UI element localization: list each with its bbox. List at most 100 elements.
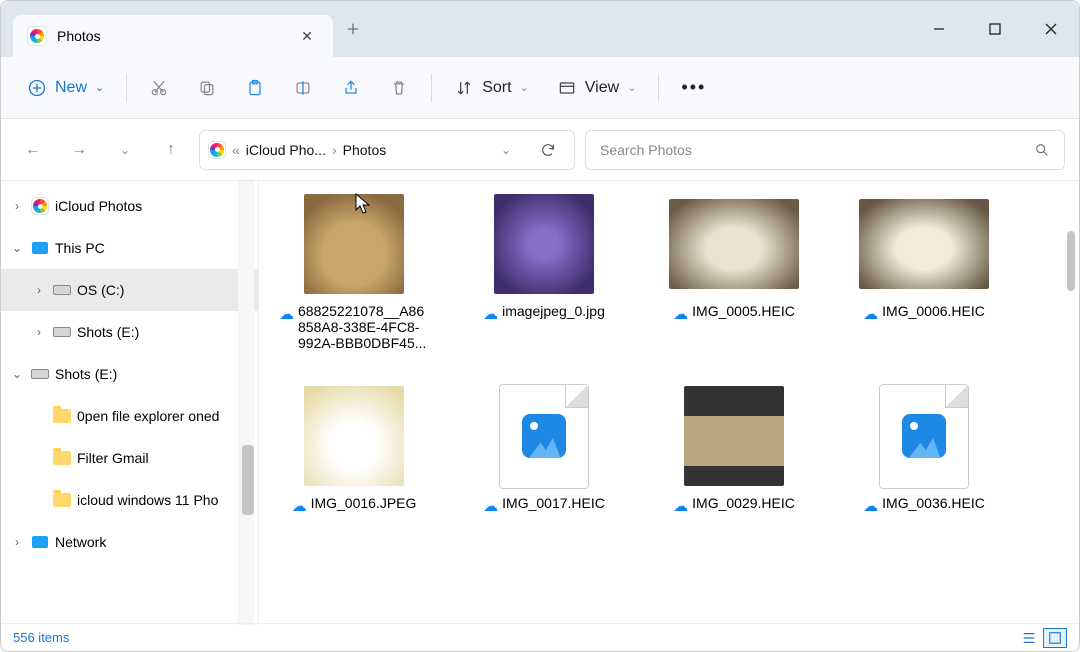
twisty-icon[interactable]: ⌄ bbox=[9, 367, 25, 381]
twisty-icon[interactable]: › bbox=[31, 325, 47, 339]
sidebar-item[interactable]: ⌄ Shots (E:) bbox=[1, 353, 258, 395]
file-name: IMG_0005.HEIC bbox=[692, 303, 795, 319]
new-button[interactable]: New ⌄ bbox=[15, 68, 116, 108]
file-item[interactable]: ☁IMG_0016.JPEG bbox=[279, 381, 429, 515]
twisty-icon[interactable]: › bbox=[9, 199, 25, 213]
divider bbox=[126, 74, 127, 102]
sidebar-item[interactable]: Filter Gmail bbox=[1, 437, 258, 479]
view-button[interactable]: View ⌄ bbox=[545, 68, 649, 108]
twisty-icon[interactable]: › bbox=[31, 283, 47, 297]
sidebar-item[interactable]: › Network bbox=[1, 521, 258, 563]
sidebar-item[interactable]: › Shots (E:) bbox=[1, 311, 258, 353]
sidebar-item[interactable]: ⌄ This PC bbox=[1, 227, 258, 269]
sidebar-item-label: icloud windows 11 Pho bbox=[77, 492, 218, 508]
view-icons-button[interactable] bbox=[1043, 628, 1067, 648]
generic-file-icon bbox=[879, 384, 969, 489]
chevron-right-icon: › bbox=[332, 142, 337, 158]
forward-button[interactable]: → bbox=[61, 132, 97, 168]
file-item[interactable]: ☁imagejpeg_0.jpg bbox=[469, 189, 619, 351]
sidebar-item-label: Shots (E:) bbox=[77, 324, 139, 340]
search-placeholder: Search Photos bbox=[600, 142, 1034, 158]
refresh-button[interactable] bbox=[530, 132, 566, 168]
close-icon[interactable]: ✕ bbox=[295, 24, 319, 48]
more-button[interactable]: ••• bbox=[669, 68, 718, 108]
sidebar-scrollbar-track[interactable] bbox=[238, 181, 254, 625]
content-area: ☁ 68825221078__A86858A8-338E-4FC8-992A-BB… bbox=[259, 181, 1079, 625]
sidebar-item[interactable]: 0pen file explorer oned bbox=[1, 395, 258, 437]
toolbar: New ⌄ Sort ⌄ View ⌄ ••• bbox=[1, 57, 1079, 119]
file-item[interactable]: ☁IMG_0029.HEIC bbox=[659, 381, 809, 515]
close-window-button[interactable] bbox=[1023, 9, 1079, 49]
delete-button[interactable] bbox=[377, 68, 421, 108]
tab-title: Photos bbox=[57, 28, 285, 44]
sidebar-item-label: Filter Gmail bbox=[77, 450, 149, 466]
back-button[interactable]: ← bbox=[15, 132, 51, 168]
share-button[interactable] bbox=[329, 68, 373, 108]
sidebar-item-label: OS (C:) bbox=[77, 282, 124, 298]
file-item[interactable]: ☁IMG_0006.HEIC bbox=[849, 189, 999, 351]
window-controls bbox=[911, 9, 1079, 49]
thumbnail bbox=[684, 386, 784, 486]
twisty-icon[interactable]: › bbox=[9, 535, 25, 549]
file-item[interactable]: ☁IMG_0005.HEIC bbox=[659, 189, 809, 351]
thumbnail bbox=[304, 386, 404, 486]
sidebar: › iCloud Photos ⌄ This PC › OS (C:) › Shots (E:… bbox=[1, 181, 259, 625]
thumbnail bbox=[304, 194, 404, 294]
navigation-row: ← → ⌄ ↑ « iCloud Pho... › Photos ⌄ Searc… bbox=[1, 119, 1079, 181]
chevron-down-icon: ⌄ bbox=[627, 81, 636, 94]
view-label: View bbox=[585, 79, 619, 97]
folder-icon bbox=[53, 491, 71, 509]
sidebar-item-label: 0pen file explorer oned bbox=[77, 408, 219, 424]
breadcrumb-seg[interactable]: Photos bbox=[343, 142, 387, 158]
tab-photos[interactable]: Photos ✕ bbox=[13, 15, 333, 57]
sidebar-item-label: Shots (E:) bbox=[55, 366, 117, 382]
search-input[interactable]: Search Photos bbox=[585, 130, 1065, 170]
address-bar[interactable]: « iCloud Pho... › Photos ⌄ bbox=[199, 130, 575, 170]
recent-button[interactable]: ⌄ bbox=[107, 132, 143, 168]
thumbnail bbox=[669, 199, 799, 289]
file-item[interactable]: ☁68825221078__A86858A8-338E-4FC8-992A-BB… bbox=[279, 189, 429, 351]
file-item[interactable]: ☁IMG_0036.HEIC bbox=[849, 381, 999, 515]
chevron-down-icon: ⌄ bbox=[520, 81, 529, 94]
maximize-button[interactable] bbox=[967, 9, 1023, 49]
cloud-icon: ☁ bbox=[863, 497, 878, 515]
sidebar-scrollbar-thumb[interactable] bbox=[242, 445, 254, 515]
search-icon bbox=[1034, 142, 1050, 158]
thumbnail bbox=[859, 199, 989, 289]
up-button[interactable]: ↑ bbox=[153, 132, 189, 168]
sidebar-item[interactable]: › iCloud Photos bbox=[1, 185, 258, 227]
sort-label: Sort bbox=[482, 79, 511, 97]
copy-button[interactable] bbox=[185, 68, 229, 108]
status-text: 556 items bbox=[13, 630, 69, 645]
sidebar-item-label: iCloud Photos bbox=[55, 198, 142, 214]
file-name: IMG_0017.HEIC bbox=[502, 495, 605, 511]
divider bbox=[658, 74, 659, 102]
file-name: IMG_0029.HEIC bbox=[692, 495, 795, 511]
drive-icon bbox=[53, 281, 71, 299]
sidebar-item-label: Network bbox=[55, 534, 106, 550]
content-scrollbar-thumb[interactable] bbox=[1067, 231, 1075, 291]
new-tab-button[interactable] bbox=[333, 9, 373, 49]
sidebar-item-label: This PC bbox=[55, 240, 105, 256]
paste-button[interactable] bbox=[233, 68, 277, 108]
cloud-icon: ☁ bbox=[483, 305, 498, 323]
photos-icon bbox=[27, 26, 47, 46]
sort-button[interactable]: Sort ⌄ bbox=[442, 68, 541, 108]
thumbnail bbox=[494, 194, 594, 294]
sidebar-item[interactable]: icloud windows 11 Pho bbox=[1, 479, 258, 521]
chevron-down-icon[interactable]: ⌄ bbox=[488, 132, 524, 168]
cut-button[interactable] bbox=[137, 68, 181, 108]
rename-button[interactable] bbox=[281, 68, 325, 108]
minimize-button[interactable] bbox=[911, 9, 967, 49]
file-name: IMG_0016.JPEG bbox=[311, 495, 417, 511]
status-bar: 556 items bbox=[1, 623, 1079, 651]
file-item[interactable]: ☁IMG_0017.HEIC bbox=[469, 381, 619, 515]
photos-icon bbox=[31, 197, 49, 215]
file-name: IMG_0036.HEIC bbox=[882, 495, 985, 511]
breadcrumb-seg[interactable]: iCloud Pho... bbox=[246, 142, 326, 158]
view-details-button[interactable] bbox=[1017, 628, 1041, 648]
twisty-icon[interactable]: ⌄ bbox=[9, 241, 25, 255]
sidebar-item[interactable]: › OS (C:) bbox=[1, 269, 258, 311]
file-name: 68825221078__A86858A8-338E-4FC8-992A-BBB… bbox=[298, 303, 429, 351]
file-name: IMG_0006.HEIC bbox=[882, 303, 985, 319]
